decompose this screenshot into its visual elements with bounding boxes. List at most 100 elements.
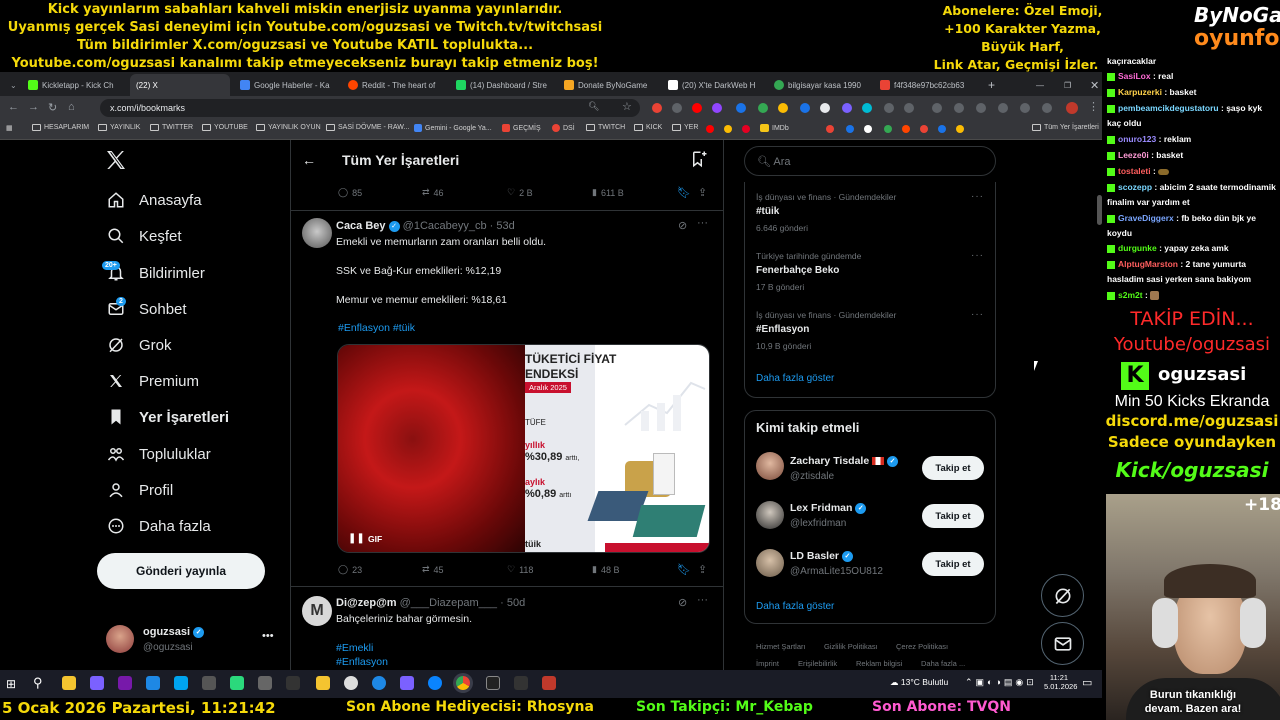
weather-widget[interactable]: ☁ 13°C Bulutlu — [890, 677, 948, 688]
app-icon[interactable] — [372, 676, 386, 690]
trend-menu-icon[interactable]: ··· — [971, 191, 984, 202]
bookmark-icon[interactable] — [846, 125, 854, 133]
nav-item-profile[interactable]: Profil — [107, 481, 173, 499]
follow-button[interactable]: Takip et — [922, 504, 984, 528]
extension-icon[interactable] — [692, 103, 702, 113]
download-icon[interactable] — [976, 103, 986, 113]
browser-tab[interactable]: Donate ByNoGame — [558, 74, 664, 96]
grok-icon[interactable]: ⊘ — [678, 219, 687, 232]
app-icon[interactable] — [344, 676, 358, 690]
bookmark-folder[interactable]: KICK — [634, 124, 662, 131]
hashtag-link[interactable]: #Emekli — [336, 642, 373, 654]
star-icon[interactable]: ☆ — [622, 100, 632, 113]
author-avatar[interactable] — [302, 218, 332, 248]
nav-item-explore[interactable]: Keşfet — [107, 227, 182, 245]
trash-icon[interactable] — [998, 103, 1008, 113]
profile-avatar-icon[interactable] — [1066, 102, 1078, 114]
x-logo-icon[interactable] — [104, 148, 130, 174]
nav-item-notifications[interactable]: Bildirimler — [107, 264, 205, 282]
new-tab-button[interactable]: + — [982, 74, 998, 96]
author-name[interactable]: Di@zep@m — [336, 597, 397, 609]
bookmark-icon[interactable] — [706, 125, 714, 133]
system-tray-icons[interactable]: ⌃▣◐◑▤◉⊡ — [965, 677, 1037, 688]
bookmark-link[interactable]: GEÇMİŞ — [502, 124, 541, 132]
browser-tab-active[interactable]: (22) X — [130, 74, 230, 96]
nav-item-home[interactable]: Anasayfa — [107, 191, 202, 209]
suggestion-name-row[interactable]: LD Basler ✓ — [790, 550, 853, 562]
chrome-icon[interactable] — [456, 676, 470, 690]
file-explorer-icon[interactable] — [62, 676, 76, 690]
browser-tab[interactable]: f4f348e97bc62cb63 — [874, 74, 978, 96]
views-button[interactable]: ▮ 48 B — [592, 564, 619, 575]
trend-title[interactable]: Fenerbahçe Beko — [756, 265, 839, 276]
app-icon[interactable] — [174, 676, 188, 690]
extension-icon[interactable] — [778, 103, 788, 113]
edge-icon[interactable] — [428, 676, 442, 690]
trend-title[interactable]: #Enflasyon — [756, 324, 809, 335]
suggestion-avatar[interactable] — [756, 452, 784, 480]
search-input[interactable]: 🔍︎ Ara — [744, 146, 996, 176]
extension-icon[interactable] — [842, 103, 852, 113]
extension-icon[interactable] — [862, 103, 872, 113]
trend-menu-icon[interactable]: ··· — [971, 309, 984, 320]
bookmark-folder[interactable]: YER — [672, 124, 698, 131]
extension-icon[interactable] — [800, 103, 810, 113]
nav-item-grok[interactable]: Grok — [107, 336, 172, 354]
footer-link[interactable]: Çerez Politikası — [896, 642, 948, 651]
reply-button[interactable]: ◯ 23 — [338, 564, 362, 575]
bookmark-active-icon[interactable]: 🔖︎ — [677, 563, 691, 576]
browser-tab[interactable]: (20) X'te DarkWeb H — [662, 74, 768, 96]
sidebar-icon[interactable] — [1042, 103, 1052, 113]
hashtag-links[interactable]: #Enflasyon #tüik — [338, 322, 415, 334]
grok-icon[interactable]: ⊘ — [678, 596, 687, 609]
maximize-button[interactable]: ❐ — [1058, 74, 1074, 96]
history-icon[interactable] — [954, 103, 964, 113]
nav-item-premium[interactable]: Premium — [107, 372, 199, 390]
like-button[interactable]: ♡ 118 — [507, 564, 533, 575]
app-icon[interactable] — [514, 676, 528, 690]
share-icon[interactable]: ⇪ — [698, 563, 707, 576]
nav-item-communities[interactable]: Topluluklar — [107, 445, 211, 463]
follow-button[interactable]: Takip et — [922, 456, 984, 480]
footer-link[interactable]: Daha fazla ... — [921, 659, 965, 668]
extension-icon[interactable] — [712, 103, 722, 113]
address-bar[interactable]: x.com/i/bookmarks — [100, 99, 640, 117]
bookmark-folder[interactable]: HESAPLARIM — [32, 124, 89, 131]
app-icon[interactable] — [286, 676, 300, 690]
footer-link[interactable]: İmprint — [756, 659, 779, 668]
back-icon[interactable]: ← — [8, 101, 19, 113]
trend-title[interactable]: #tüik — [756, 206, 779, 217]
bookmark-folder[interactable]: TWITTER — [150, 124, 193, 131]
like-button[interactable]: ♡ 2 B — [507, 187, 533, 198]
bookmark-icon[interactable] — [956, 125, 964, 133]
reload-icon[interactable]: ↻ — [48, 101, 57, 114]
show-more-trends-link[interactable]: Daha fazla göster — [756, 373, 834, 384]
bookmark-icon[interactable] — [938, 125, 946, 133]
post-time[interactable]: · 53d — [490, 220, 515, 232]
browser-tab[interactable]: bilgisayar kasa 1990 — [768, 74, 874, 96]
post-button[interactable]: Gönderi yayınla — [97, 553, 265, 589]
app-icon[interactable] — [230, 676, 244, 690]
suggestion-avatar[interactable] — [756, 549, 784, 577]
back-arrow-icon[interactable]: ← — [302, 152, 316, 168]
views-button[interactable]: ▮ 611 B — [592, 187, 624, 198]
bookmark-link[interactable]: DSİ — [552, 124, 575, 132]
minimize-button[interactable]: — — [1030, 74, 1046, 96]
tab-search-icon[interactable]: ⌄ — [4, 74, 18, 96]
account-menu-icon[interactable]: ••• — [262, 630, 274, 642]
grok-fab-button[interactable] — [1041, 574, 1084, 617]
panel-icon[interactable] — [1020, 103, 1030, 113]
suggestion-avatar[interactable] — [756, 501, 784, 529]
app-icon[interactable] — [400, 676, 414, 690]
footer-link[interactable]: Erişilebilirlik — [798, 659, 837, 668]
onenote-icon[interactable] — [118, 676, 132, 690]
bookmark-link[interactable]: Gemini - Google Ya... — [414, 124, 492, 132]
extension-icon[interactable] — [932, 103, 942, 113]
post-time[interactable]: · 50d — [500, 597, 525, 609]
suggestion-name-row[interactable]: Zachary Tisdale ✓ — [790, 455, 899, 467]
windows-start-icon[interactable]: ⊞ — [6, 677, 16, 691]
bookmark-icon[interactable] — [724, 125, 732, 133]
app-icon[interactable] — [316, 676, 330, 690]
trend-menu-icon[interactable]: ··· — [971, 250, 984, 261]
zoom-icon[interactable]: 🔍︎ — [588, 101, 599, 112]
